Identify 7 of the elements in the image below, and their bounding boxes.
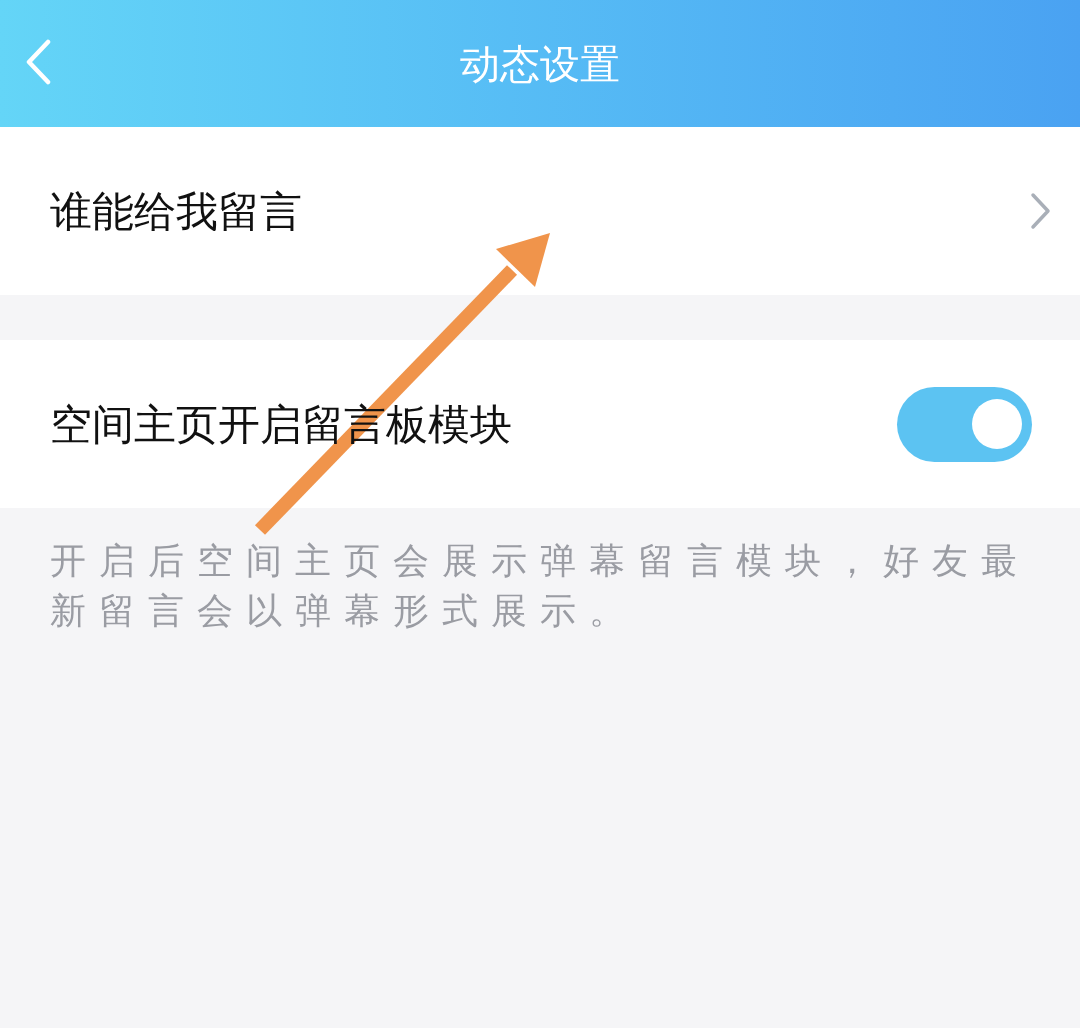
chevron-right-icon xyxy=(1030,192,1052,230)
row-label: 谁能给我留言 xyxy=(50,185,302,238)
back-icon[interactable] xyxy=(24,39,52,85)
page-title: 动态设置 xyxy=(460,39,620,89)
settings-row[interactable]: 谁能给我留言 xyxy=(0,127,1080,295)
toggle-knob xyxy=(972,399,1022,449)
description-text: 开启后空间主页会展示弹幕留言模块，好友最新留言会以弹幕形式展示。 xyxy=(49,539,1031,633)
